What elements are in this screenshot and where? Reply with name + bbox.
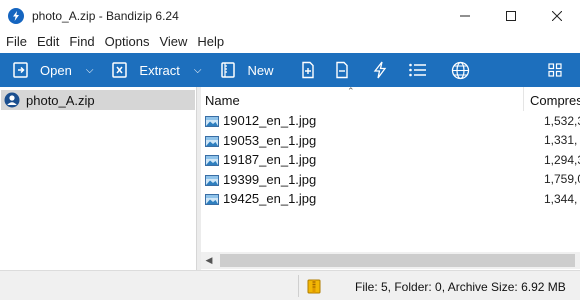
web-button[interactable]	[443, 53, 477, 87]
scroll-left-icon[interactable]: ◀	[203, 254, 215, 267]
maximize-button[interactable]	[488, 0, 534, 31]
scrollbar-thumb[interactable]	[220, 254, 575, 267]
close-button[interactable]	[534, 0, 580, 31]
list-item[interactable]: 19399_en_1.jpg 1,759,0	[201, 170, 580, 190]
list-item[interactable]: 19053_en_1.jpg 1,331,	[201, 131, 580, 151]
menu-edit[interactable]: Edit	[34, 34, 63, 49]
delete-files-button[interactable]	[325, 53, 359, 87]
file-compressed-size: 1,532,3	[544, 113, 580, 128]
image-file-icon	[205, 193, 219, 206]
lightning-icon	[369, 59, 391, 81]
column-name-header[interactable]: Name	[205, 93, 240, 108]
column-header: Name ⌃ Compres	[201, 87, 580, 111]
bandizip-icon	[8, 7, 24, 24]
status-bar: File: 5, Folder: 0, Archive Size: 6.92 M…	[0, 270, 580, 300]
test-button[interactable]	[363, 53, 397, 87]
file-compressed-size: 1,331,	[544, 133, 578, 148]
file-name: 19425_en_1.jpg	[223, 191, 317, 207]
list-icon	[407, 59, 429, 81]
title-bar: photo_A.zip - Bandizip 6.24	[0, 0, 580, 31]
chevron-down-icon[interactable]: ⌵	[86, 65, 94, 76]
minimize-button[interactable]	[442, 0, 488, 31]
file-compressed-size: 1,344,	[544, 191, 578, 206]
image-file-icon	[205, 154, 219, 167]
view-list-button[interactable]	[401, 53, 435, 87]
globe-icon	[449, 59, 471, 81]
file-name: 19187_en_1.jpg	[223, 152, 317, 168]
list-item[interactable]: 19425_en_1.jpg 1,344,	[201, 189, 580, 209]
extract-label: Extract	[139, 62, 180, 78]
column-compressed-header[interactable]: Compres	[530, 93, 580, 108]
open-button[interactable]: Open ⌵	[0, 53, 99, 87]
open-icon	[10, 59, 32, 81]
image-file-icon	[205, 135, 219, 147]
add-file-icon	[297, 59, 319, 81]
column-divider[interactable]	[523, 87, 524, 111]
chevron-down-icon[interactable]: ⌵	[194, 65, 202, 76]
status-divider	[298, 275, 299, 297]
file-compressed-size: 1,759,0	[544, 172, 580, 187]
folder-tree: photo_A.zip	[0, 87, 197, 270]
archive-zip-icon	[307, 279, 321, 294]
new-archive-icon	[217, 59, 239, 81]
window-title: photo_A.zip - Bandizip 6.24	[32, 8, 179, 23]
menu-options[interactable]: Options	[102, 34, 154, 49]
sort-ascending-icon: ⌃	[347, 87, 355, 96]
image-file-icon	[205, 115, 219, 128]
extract-icon	[109, 59, 131, 81]
menu-find[interactable]: Find	[66, 34, 98, 49]
remove-file-icon	[331, 59, 353, 81]
new-label: New	[247, 62, 274, 78]
list-item[interactable]: 19012_en_1.jpg 1,532,3	[201, 111, 580, 131]
horizontal-scrollbar[interactable]: ◀	[201, 252, 580, 269]
menu-file[interactable]: File	[3, 34, 31, 49]
menu-view[interactable]: View	[156, 34, 191, 49]
archive-status-text: File: 5, Folder: 0, Archive Size: 6.92 M…	[355, 280, 566, 294]
file-name: 19053_en_1.jpg	[223, 132, 317, 148]
add-files-button[interactable]	[291, 53, 325, 87]
file-list: Name ⌃ Compres 19012_en_1.jpg 1,532,3 19…	[201, 87, 580, 270]
window-controls	[442, 0, 580, 31]
extract-button[interactable]: Extract ⌵	[103, 53, 207, 87]
file-name: 19399_en_1.jpg	[223, 171, 317, 187]
grid-icon	[544, 59, 566, 81]
open-label: Open	[40, 62, 72, 78]
layout-menu-button[interactable]	[538, 53, 572, 87]
tree-item-archive-root[interactable]: photo_A.zip	[1, 90, 195, 110]
list-item[interactable]: 19187_en_1.jpg 1,294,3	[201, 150, 580, 170]
toolbar: Open ⌵ Extract ⌵ New	[0, 53, 580, 87]
file-compressed-size: 1,294,3	[544, 152, 580, 167]
file-name: 19012_en_1.jpg	[223, 113, 317, 129]
archive-icon	[4, 92, 20, 108]
image-file-icon	[205, 174, 219, 186]
tree-item-label: photo_A.zip	[26, 92, 95, 108]
new-button[interactable]: New	[211, 53, 279, 87]
menu-help[interactable]: Help	[194, 34, 228, 49]
menu-bar: File Edit Find Options View Help	[0, 31, 580, 51]
